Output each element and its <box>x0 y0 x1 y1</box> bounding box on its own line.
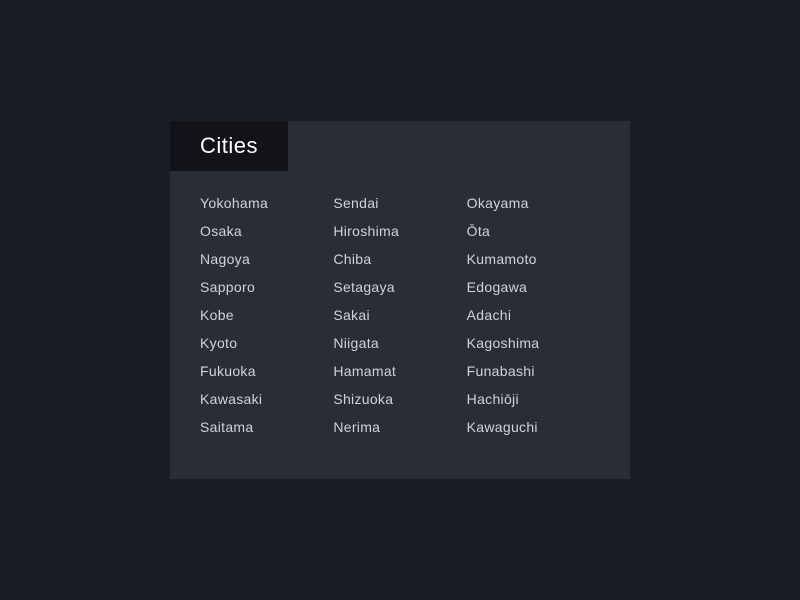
city-item: Nerima <box>333 415 466 439</box>
city-item: Funabashi <box>467 359 600 383</box>
city-item: Nagoya <box>200 247 333 271</box>
city-item: Saitama <box>200 415 333 439</box>
city-item: Sendai <box>333 191 466 215</box>
city-item: Kobe <box>200 303 333 327</box>
city-item: Shizuoka <box>333 387 466 411</box>
card-title: Cities <box>200 133 258 158</box>
city-item: Kyoto <box>200 331 333 355</box>
city-item: Kagoshima <box>467 331 600 355</box>
city-item: Niigata <box>333 331 466 355</box>
city-item: Kumamoto <box>467 247 600 271</box>
city-item: Ōta <box>467 219 600 243</box>
cities-grid: YokohamaSendaiOkayama OsakaHiroshimaŌta Na… <box>170 191 630 439</box>
city-item: Setagaya <box>333 275 466 299</box>
city-item: Fukuoka <box>200 359 333 383</box>
city-item: Hiroshima <box>333 219 466 243</box>
city-item: Kawasaki <box>200 387 333 411</box>
city-item: Okayama <box>467 191 600 215</box>
city-item: Sapporo <box>200 275 333 299</box>
city-item: Adachi <box>467 303 600 327</box>
city-item: Osaka <box>200 219 333 243</box>
cities-card: Cities YokohamaSendaiOkayama OsakaHiroshi… <box>170 121 630 479</box>
city-item: Edogawa <box>467 275 600 299</box>
city-item: Chiba <box>333 247 466 271</box>
city-item: Hachiōji <box>467 387 600 411</box>
city-item: Sakai <box>333 303 466 327</box>
city-item: Kawaguchi <box>467 415 600 439</box>
card-title-bar: Cities <box>170 121 288 171</box>
city-item: Yokohama <box>200 191 333 215</box>
city-item: Hamamat <box>333 359 466 383</box>
